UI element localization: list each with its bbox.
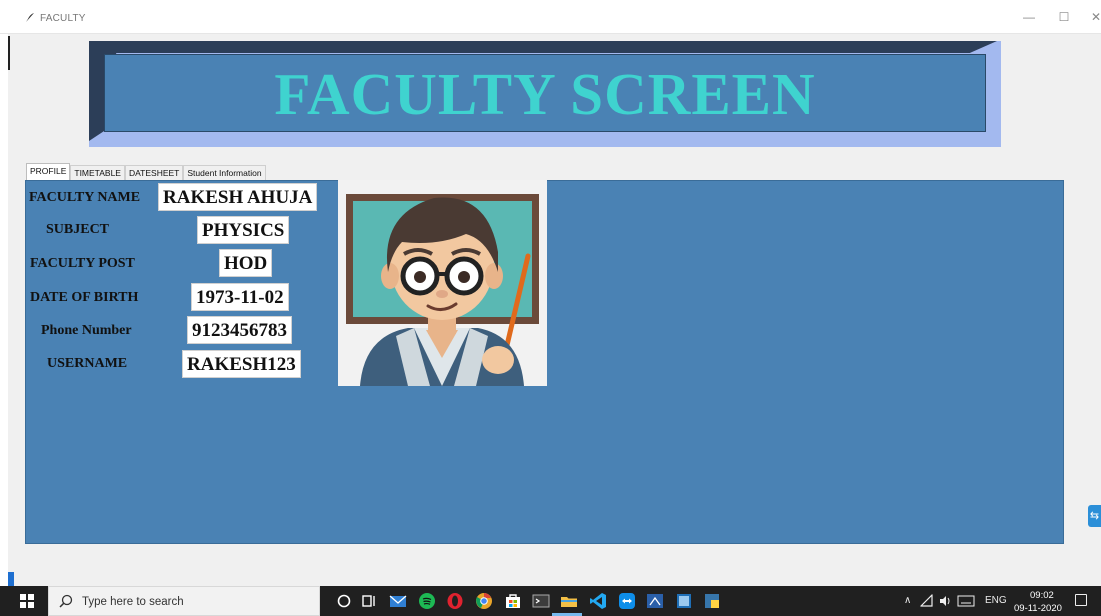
phone-number-label: Phone Number <box>41 323 132 338</box>
desktop-screen: FACULTY — ☐ ✕ FACULTY SCREEN PROFILE TIM… <box>0 0 1101 616</box>
mail-app-icon[interactable] <box>389 592 407 610</box>
windows-taskbar: Type here to search ∧ ENG <box>0 586 1101 616</box>
vscode-icon[interactable] <box>589 592 607 610</box>
username-label: USERNAME <box>47 356 128 371</box>
window-left-edge <box>0 34 8 586</box>
chrome-icon[interactable] <box>475 592 493 610</box>
clock-date[interactable]: 09-11-2020 <box>1014 603 1062 614</box>
search-placeholder: Type here to search <box>82 596 184 608</box>
photos-app-icon[interactable] <box>675 592 693 610</box>
teamviewer-icon[interactable] <box>618 592 636 610</box>
keyboard-icon[interactable] <box>957 594 975 608</box>
search-icon <box>59 594 73 608</box>
date-of-birth-label: DATE OF BIRTH <box>30 290 139 305</box>
notebook-tabs: PROFILE TIMETABLE DATESHEET Student Info… <box>26 163 266 180</box>
network-icon[interactable] <box>920 594 934 608</box>
tray-chevron-icon[interactable]: ∧ <box>904 595 911 606</box>
tab-student-information[interactable]: Student Information <box>183 165 266 180</box>
username-value: RAKESH123 <box>182 350 301 378</box>
opera-icon[interactable] <box>446 592 464 610</box>
window-edge-strip <box>8 572 14 586</box>
teamviewer-side-icon[interactable]: ⇆ <box>1088 505 1101 527</box>
maximize-button[interactable]: ☐ <box>1054 10 1074 24</box>
python-idle-icon[interactable] <box>703 592 721 610</box>
file-explorer-icon[interactable] <box>560 592 578 610</box>
faculty-post-label: FACULTY POST <box>30 256 135 271</box>
tab-datesheet[interactable]: DATESHEET <box>124 165 184 180</box>
minimize-button[interactable]: — <box>1019 10 1039 24</box>
notification-center-icon[interactable] <box>1075 594 1087 606</box>
clock-time[interactable]: 09:02 <box>1030 590 1054 601</box>
task-view-icon[interactable] <box>360 592 378 610</box>
close-button[interactable]: ✕ <box>1086 10 1101 24</box>
teacher-avatar-image <box>338 180 547 386</box>
banner-title: FACULTY SCREEN <box>274 61 816 127</box>
windows-start-icon[interactable] <box>20 594 34 608</box>
tab-timetable[interactable]: TIMETABLE <box>70 165 125 180</box>
faculty-name-label: FACULTY NAME <box>29 190 141 205</box>
terminal-icon[interactable] <box>532 592 550 610</box>
subject-value: PHYSICS <box>197 216 290 244</box>
faculty-post-value: HOD <box>219 249 273 277</box>
spotify-icon[interactable] <box>418 592 436 610</box>
phone-number-value: 9123456783 <box>187 316 292 344</box>
window-title: FACULTY <box>40 13 86 24</box>
feather-app-icon <box>25 12 35 26</box>
cortana-icon[interactable] <box>335 592 353 610</box>
window-title-bar[interactable]: FACULTY — ☐ ✕ <box>0 0 1101 34</box>
faculty-name-value: RAKESH AHUJA <box>158 183 318 211</box>
tab-profile[interactable]: PROFILE <box>26 163 71 180</box>
date-of-birth-value: 1973-11-02 <box>191 283 289 311</box>
snipping-tool-icon[interactable] <box>646 592 664 610</box>
language-indicator[interactable]: ENG <box>985 595 1007 606</box>
window-edge-mark <box>8 36 10 70</box>
taskbar-search-box[interactable]: Type here to search <box>48 586 320 616</box>
store-icon[interactable] <box>504 592 522 610</box>
subject-label: SUBJECT <box>46 222 110 237</box>
volume-icon[interactable] <box>938 594 952 608</box>
